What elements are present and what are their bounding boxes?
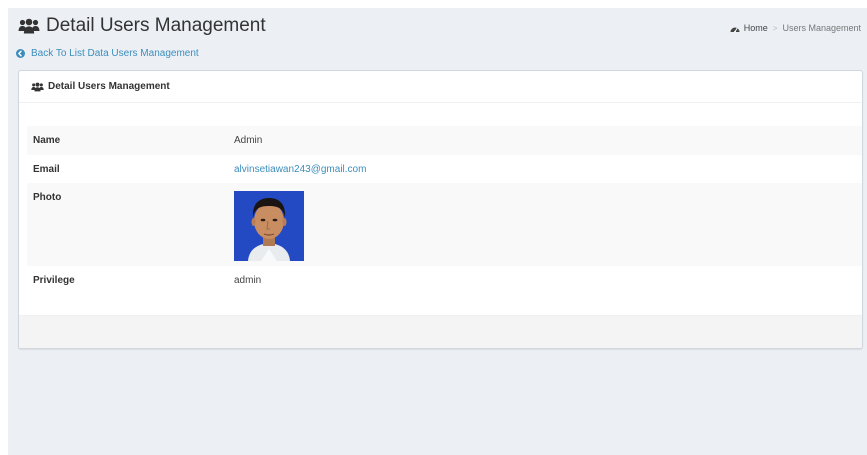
name-label: Name: [33, 135, 61, 146]
dashboard-icon: [730, 27, 740, 32]
page-title-text: Detail Users Management: [46, 15, 266, 36]
panel-body: Name Admin Email alvinsetiawan243@gmail.…: [19, 103, 862, 317]
breadcrumb-separator: >: [772, 23, 778, 33]
back-to-list-label: Back To List Data Users Management: [31, 48, 199, 59]
photo-label: Photo: [33, 192, 62, 203]
email-cell: alvinsetiawan243@gmail.com: [228, 155, 862, 183]
privilege-label: Privilege: [33, 275, 75, 286]
photo-cell: [228, 183, 862, 266]
breadcrumb-home[interactable]: Home: [730, 23, 768, 33]
detail-panel: Detail Users Management Name Admin Email…: [18, 70, 863, 349]
detail-row-email: Email alvinsetiawan243@gmail.com: [27, 155, 862, 183]
users-icon: [18, 18, 40, 34]
email-label: Email: [33, 164, 60, 175]
detail-row-photo: Photo: [27, 183, 862, 266]
content-wrapper: Detail Users Management Home > Users Man…: [8, 8, 867, 455]
breadcrumb-current: Users Management: [782, 23, 861, 33]
users-icon: [31, 82, 44, 91]
detail-table: Name Admin Email alvinsetiawan243@gmail.…: [27, 126, 862, 317]
page-header: Detail Users Management Home > Users Man…: [8, 8, 867, 48]
arrow-circle-left-icon: [16, 49, 25, 58]
detail-row-name: Name Admin: [27, 126, 862, 155]
panel-footer: [19, 315, 862, 348]
panel-header: Detail Users Management: [19, 71, 862, 103]
detail-row-privilege: Privilege admin: [27, 266, 862, 317]
breadcrumb: Home > Users Management: [730, 23, 861, 33]
privilege-value: admin: [234, 275, 262, 286]
user-photo[interactable]: [234, 191, 304, 261]
panel-title: Detail Users Management: [48, 81, 170, 92]
name-value: Admin: [234, 135, 263, 146]
breadcrumb-home-label: Home: [743, 23, 768, 33]
page-title: Detail Users Management: [18, 13, 266, 39]
back-to-list-link[interactable]: Back To List Data Users Management: [16, 48, 199, 59]
email-link[interactable]: alvinsetiawan243@gmail.com: [234, 164, 366, 175]
